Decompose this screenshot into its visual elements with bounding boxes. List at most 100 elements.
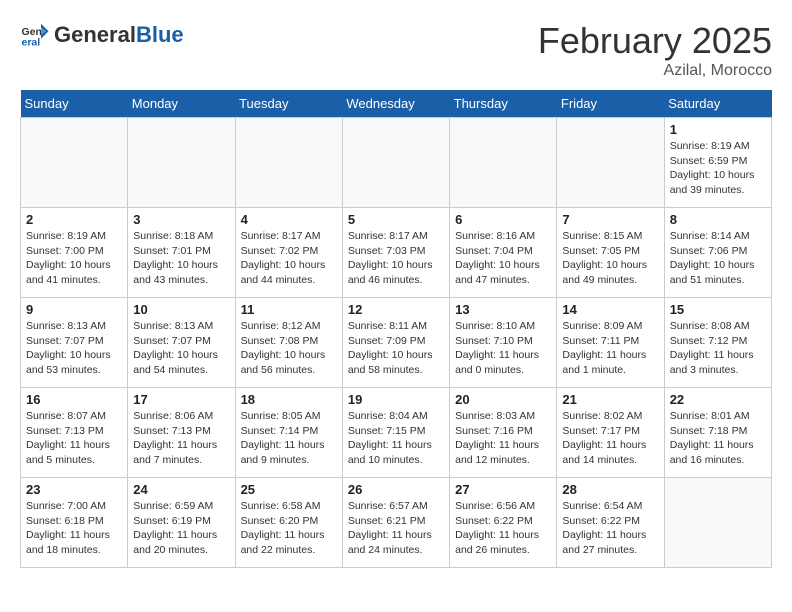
- calendar-cell: 16 Sunrise: 8:07 AM Sunset: 7:13 PM Dayli…: [21, 388, 128, 478]
- day-number: 12: [348, 302, 444, 317]
- calendar-cell: 11 Sunrise: 8:12 AM Sunset: 7:08 PM Dayli…: [235, 298, 342, 388]
- calendar-cell: 24 Sunrise: 6:59 AM Sunset: 6:19 PM Dayli…: [128, 478, 235, 568]
- day-info: Sunrise: 6:59 AM Sunset: 6:19 PM Dayligh…: [133, 499, 229, 558]
- day-number: 5: [348, 212, 444, 227]
- calendar-cell: 27Sunrise: 6:56 AM Sunset: 6:22 PM Dayli…: [450, 478, 557, 568]
- day-number: 25: [241, 482, 337, 497]
- weekday-header-row: SundayMondayTuesdayWednesdayThursdayFrid…: [21, 90, 772, 118]
- week-row-3: 16 Sunrise: 8:07 AM Sunset: 7:13 PM Dayli…: [21, 388, 772, 478]
- day-info: Sunrise: 6:57 AM Sunset: 6:21 PM Dayligh…: [348, 499, 444, 558]
- day-info: Sunrise: 8:01 AM Sunset: 7:18 PM Dayligh…: [670, 409, 766, 468]
- weekday-header-saturday: Saturday: [664, 90, 771, 118]
- day-info: Sunrise: 8:16 AM Sunset: 7:04 PM Dayligh…: [455, 229, 551, 288]
- day-number: 6: [455, 212, 551, 227]
- calendar-cell: 12 Sunrise: 8:11 AM Sunset: 7:09 PM Dayli…: [342, 298, 449, 388]
- calendar-table: SundayMondayTuesdayWednesdayThursdayFrid…: [20, 90, 772, 568]
- day-info: Sunrise: 8:12 AM Sunset: 7:08 PM Dayligh…: [241, 319, 337, 378]
- day-number: 22: [670, 392, 766, 407]
- calendar-cell: 17Sunrise: 8:06 AM Sunset: 7:13 PM Dayli…: [128, 388, 235, 478]
- calendar-cell: 14 Sunrise: 8:09 AM Sunset: 7:11 PM Dayli…: [557, 298, 664, 388]
- weekday-header-wednesday: Wednesday: [342, 90, 449, 118]
- day-number: 27: [455, 482, 551, 497]
- day-number: 9: [26, 302, 122, 317]
- weekday-header-sunday: Sunday: [21, 90, 128, 118]
- day-number: 11: [241, 302, 337, 317]
- day-info: Sunrise: 8:08 AM Sunset: 7:12 PM Dayligh…: [670, 319, 766, 378]
- day-number: 28: [562, 482, 658, 497]
- calendar-cell: [450, 118, 557, 208]
- calendar-cell: 13Sunrise: 8:10 AM Sunset: 7:10 PM Dayli…: [450, 298, 557, 388]
- day-info: Sunrise: 8:15 AM Sunset: 7:05 PM Dayligh…: [562, 229, 658, 288]
- location: Azilal, Morocco: [538, 62, 772, 80]
- day-number: 24: [133, 482, 229, 497]
- calendar-cell: [128, 118, 235, 208]
- day-number: 23: [26, 482, 122, 497]
- calendar-cell: 22 Sunrise: 8:01 AM Sunset: 7:18 PM Dayli…: [664, 388, 771, 478]
- calendar-cell: [235, 118, 342, 208]
- title-block: February 2025 Azilal, Morocco: [538, 20, 772, 80]
- day-number: 14: [562, 302, 658, 317]
- calendar-cell: 10Sunrise: 8:13 AM Sunset: 7:07 PM Dayli…: [128, 298, 235, 388]
- day-info: Sunrise: 8:04 AM Sunset: 7:15 PM Dayligh…: [348, 409, 444, 468]
- calendar-cell: 7 Sunrise: 8:15 AM Sunset: 7:05 PM Daylig…: [557, 208, 664, 298]
- calendar-cell: 25 Sunrise: 6:58 AM Sunset: 6:20 PM Dayli…: [235, 478, 342, 568]
- day-number: 7: [562, 212, 658, 227]
- day-info: Sunrise: 8:05 AM Sunset: 7:14 PM Dayligh…: [241, 409, 337, 468]
- day-info: Sunrise: 8:18 AM Sunset: 7:01 PM Dayligh…: [133, 229, 229, 288]
- calendar-cell: 18 Sunrise: 8:05 AM Sunset: 7:14 PM Dayli…: [235, 388, 342, 478]
- calendar-cell: 8 Sunrise: 8:14 AM Sunset: 7:06 PM Daylig…: [664, 208, 771, 298]
- day-info: Sunrise: 8:11 AM Sunset: 7:09 PM Dayligh…: [348, 319, 444, 378]
- day-number: 20: [455, 392, 551, 407]
- day-info: Sunrise: 8:13 AM Sunset: 7:07 PM Dayligh…: [26, 319, 122, 378]
- calendar-cell: 23 Sunrise: 7:00 AM Sunset: 6:18 PM Dayli…: [21, 478, 128, 568]
- calendar-cell: [664, 478, 771, 568]
- day-info: Sunrise: 8:03 AM Sunset: 7:16 PM Dayligh…: [455, 409, 551, 468]
- logo: Gen eral GeneralBlue: [20, 20, 184, 50]
- day-info: Sunrise: 8:17 AM Sunset: 7:03 PM Dayligh…: [348, 229, 444, 288]
- day-info: Sunrise: 8:07 AM Sunset: 7:13 PM Dayligh…: [26, 409, 122, 468]
- day-number: 1: [670, 122, 766, 137]
- calendar-cell: 2Sunrise: 8:19 AM Sunset: 7:00 PM Daylig…: [21, 208, 128, 298]
- day-info: Sunrise: 6:54 AM Sunset: 6:22 PM Dayligh…: [562, 499, 658, 558]
- day-number: 8: [670, 212, 766, 227]
- calendar-cell: [557, 118, 664, 208]
- day-number: 16: [26, 392, 122, 407]
- day-number: 3: [133, 212, 229, 227]
- calendar-cell: 5 Sunrise: 8:17 AM Sunset: 7:03 PM Daylig…: [342, 208, 449, 298]
- weekday-header-friday: Friday: [557, 90, 664, 118]
- calendar-cell: 4 Sunrise: 8:17 AM Sunset: 7:02 PM Daylig…: [235, 208, 342, 298]
- week-row-0: 1 Sunrise: 8:19 AM Sunset: 6:59 PM Daylig…: [21, 118, 772, 208]
- calendar-cell: 20 Sunrise: 8:03 AM Sunset: 7:16 PM Dayli…: [450, 388, 557, 478]
- day-number: 17: [133, 392, 229, 407]
- calendar-cell: 26 Sunrise: 6:57 AM Sunset: 6:21 PM Dayli…: [342, 478, 449, 568]
- day-info: Sunrise: 6:58 AM Sunset: 6:20 PM Dayligh…: [241, 499, 337, 558]
- logo-text: GeneralBlue: [54, 23, 184, 47]
- calendar-cell: 1 Sunrise: 8:19 AM Sunset: 6:59 PM Daylig…: [664, 118, 771, 208]
- day-number: 19: [348, 392, 444, 407]
- week-row-2: 9 Sunrise: 8:13 AM Sunset: 7:07 PM Daylig…: [21, 298, 772, 388]
- day-number: 2: [26, 212, 122, 227]
- day-info: Sunrise: 8:13 AM Sunset: 7:07 PM Dayligh…: [133, 319, 229, 378]
- calendar-cell: [342, 118, 449, 208]
- day-number: 4: [241, 212, 337, 227]
- day-number: 18: [241, 392, 337, 407]
- calendar-cell: 28 Sunrise: 6:54 AM Sunset: 6:22 PM Dayli…: [557, 478, 664, 568]
- day-info: Sunrise: 8:19 AM Sunset: 6:59 PM Dayligh…: [670, 139, 766, 198]
- day-info: Sunrise: 8:09 AM Sunset: 7:11 PM Dayligh…: [562, 319, 658, 378]
- calendar-cell: 15Sunrise: 8:08 AM Sunset: 7:12 PM Dayli…: [664, 298, 771, 388]
- day-info: Sunrise: 8:02 AM Sunset: 7:17 PM Dayligh…: [562, 409, 658, 468]
- week-row-1: 2Sunrise: 8:19 AM Sunset: 7:00 PM Daylig…: [21, 208, 772, 298]
- calendar-cell: 19 Sunrise: 8:04 AM Sunset: 7:15 PM Dayli…: [342, 388, 449, 478]
- calendar-cell: 3 Sunrise: 8:18 AM Sunset: 7:01 PM Daylig…: [128, 208, 235, 298]
- page-header: Gen eral GeneralBlue February 2025 Azila…: [20, 20, 772, 80]
- day-info: Sunrise: 8:14 AM Sunset: 7:06 PM Dayligh…: [670, 229, 766, 288]
- weekday-header-monday: Monday: [128, 90, 235, 118]
- day-info: Sunrise: 8:10 AM Sunset: 7:10 PM Dayligh…: [455, 319, 551, 378]
- logo-icon: Gen eral: [20, 20, 50, 50]
- day-number: 26: [348, 482, 444, 497]
- month-title: February 2025: [538, 20, 772, 62]
- calendar-cell: [21, 118, 128, 208]
- calendar-cell: 9 Sunrise: 8:13 AM Sunset: 7:07 PM Daylig…: [21, 298, 128, 388]
- day-info: Sunrise: 7:00 AM Sunset: 6:18 PM Dayligh…: [26, 499, 122, 558]
- day-info: Sunrise: 8:17 AM Sunset: 7:02 PM Dayligh…: [241, 229, 337, 288]
